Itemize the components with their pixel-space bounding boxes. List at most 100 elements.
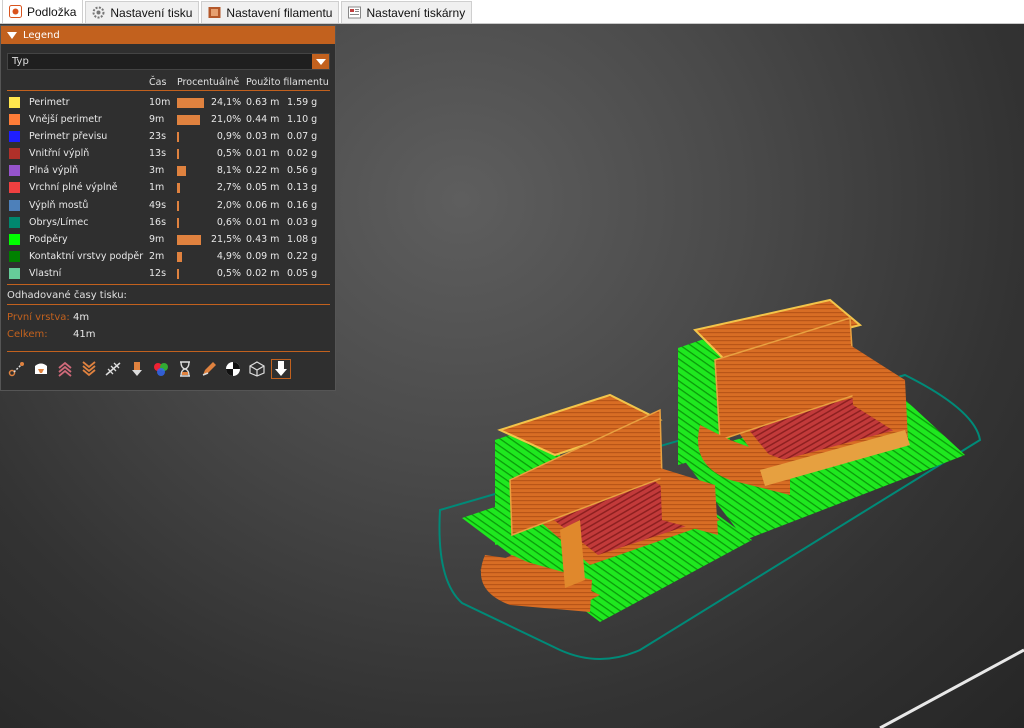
row-weight: 0.16 g	[287, 199, 318, 211]
color-swatch	[9, 267, 20, 279]
bed-edge	[879, 648, 1024, 728]
legend-row: Plná výplň 3m 8,1% 0.22 m 0.56 g	[1, 162, 337, 179]
first-layer-value: 4m	[73, 312, 90, 323]
row-weight: 1.08 g	[287, 233, 318, 245]
row-share-bar	[177, 166, 186, 177]
row-time: 3m	[149, 165, 165, 177]
tab-label: Nastavení tisku	[110, 5, 193, 20]
row-percent: 0,5%	[216, 267, 241, 279]
column-percent: Procentuálně	[177, 77, 240, 88]
row-time: 13s	[149, 148, 167, 160]
legend-header[interactable]: Legend	[1, 26, 335, 44]
row-time: 10m	[149, 97, 171, 108]
tab-filament-settings[interactable]: Nastavení filamentu	[201, 1, 340, 23]
row-label: Podpěry	[29, 233, 68, 245]
seams-icon[interactable]	[103, 359, 123, 379]
shells-icon[interactable]	[247, 359, 267, 379]
row-time: 23s	[149, 131, 167, 143]
tool-marker-icon[interactable]	[271, 359, 291, 379]
row-length: 0.06 m	[246, 199, 280, 211]
row-share-bar	[177, 115, 201, 126]
row-label: Vrchní plné výplně	[29, 182, 118, 194]
divider	[7, 90, 330, 91]
row-percent: 0,9%	[216, 131, 241, 143]
row-length: 0.22 m	[246, 165, 280, 177]
row-share-bar	[177, 149, 179, 160]
row-label: Perimetr převisu	[29, 131, 108, 143]
row-weight: 1.10 g	[287, 114, 318, 126]
legend-row: Obrys/Límec 16s 0,6% 0.01 m 0.03 g	[1, 214, 337, 231]
divider	[7, 351, 330, 352]
tab-printer-settings[interactable]: Nastavení tiskárny	[341, 1, 473, 23]
row-label: Perimetr	[29, 97, 70, 108]
color-swatch	[9, 250, 20, 262]
wipe-icon[interactable]	[31, 359, 51, 379]
color-swatch	[9, 233, 20, 245]
row-weight: 0.22 g	[287, 250, 318, 262]
row-share-bar	[177, 234, 201, 245]
row-share-bar	[177, 251, 183, 262]
center-of-gravity-icon[interactable]	[223, 359, 243, 379]
row-percent: 4,9%	[216, 250, 241, 262]
row-percent: 2,0%	[216, 199, 241, 211]
row-share-bar	[177, 268, 179, 279]
pause-prints-icon[interactable]	[175, 359, 195, 379]
legend-row: Perimetr 10m 24,1% 0.63 m 1.59 g	[1, 94, 337, 111]
legend-row: Vnitřní výplň 13s 0,5% 0.01 m 0.02 g	[1, 145, 337, 162]
row-label: Plná výplň	[29, 165, 79, 177]
row-label: Výplň mostů	[29, 199, 89, 211]
legend-panel: Legend Typ Čas Procentuálně Použito fila…	[0, 25, 336, 391]
row-percent: 0,6%	[216, 216, 241, 228]
row-length: 0.01 m	[246, 148, 280, 160]
tab-bar: Podložka Nastavení tisku Nastavení filam…	[0, 0, 1024, 24]
row-time: 2m	[149, 250, 165, 262]
tab-label: Podložka	[27, 4, 77, 19]
row-weight: 0.13 g	[287, 182, 318, 194]
row-length: 0.01 m	[246, 216, 280, 228]
travel-icon[interactable]	[7, 359, 27, 379]
row-percent: 21,0%	[211, 114, 242, 126]
row-share-bar	[177, 183, 180, 194]
legend-row: Podpěry 9m 21,5% 0.43 m 1.08 g	[1, 231, 337, 248]
legend-row: Vrchní plné výplně 1m 2,7% 0.05 m 0.13 g	[1, 179, 337, 196]
color-swatch	[9, 199, 20, 211]
custom-gcode-icon[interactable]	[199, 359, 219, 379]
row-weight: 0.56 g	[287, 165, 318, 177]
retractions-icon[interactable]	[55, 359, 75, 379]
printer-icon	[348, 6, 362, 19]
color-swatch	[9, 97, 20, 108]
tab-plater[interactable]: Podložka	[2, 0, 84, 23]
row-length: 0.43 m	[246, 233, 280, 245]
row-weight: 0.02 g	[287, 148, 318, 160]
tool-changes-icon[interactable]	[127, 359, 147, 379]
color-changes-icon[interactable]	[151, 359, 171, 379]
view-type-select[interactable]: Typ	[7, 53, 330, 70]
tab-print-settings[interactable]: Nastavení tisku	[85, 1, 200, 23]
divider	[7, 284, 330, 285]
collapse-caret-icon[interactable]	[7, 31, 17, 39]
dropdown-arrow-icon[interactable]	[312, 54, 329, 69]
row-weight: 1.59 g	[287, 97, 318, 108]
row-length: 0.44 m	[246, 114, 280, 126]
first-layer-label: První vrstva:	[7, 312, 70, 323]
row-length: 0.02 m	[246, 267, 280, 279]
color-swatch	[9, 148, 20, 160]
legend-row: Kontaktní vrstvy podpěr 2m 4,9% 0.09 m 0.22 …	[1, 248, 337, 265]
row-time: 9m	[149, 233, 165, 245]
row-length: 0.03 m	[246, 131, 280, 143]
spool-icon	[208, 7, 221, 18]
color-swatch	[9, 131, 20, 143]
divider	[7, 304, 330, 305]
estimated-times-label: Odhadované časy tisku:	[7, 290, 127, 301]
row-time: 1m	[149, 182, 165, 194]
tab-label: Nastavení tiskárny	[366, 5, 466, 20]
legend-title: Legend	[23, 29, 60, 41]
row-label: Vlastní	[29, 267, 62, 279]
deretractions-icon[interactable]	[79, 359, 99, 379]
legend-row: Vlastní 12s 0,5% 0.02 m 0.05 g	[1, 265, 337, 282]
row-percent: 21,5%	[211, 233, 242, 245]
total-label: Celkem:	[7, 329, 48, 340]
row-length: 0.05 m	[246, 182, 280, 194]
row-time: 49s	[149, 199, 167, 211]
row-share-bar	[177, 132, 179, 143]
